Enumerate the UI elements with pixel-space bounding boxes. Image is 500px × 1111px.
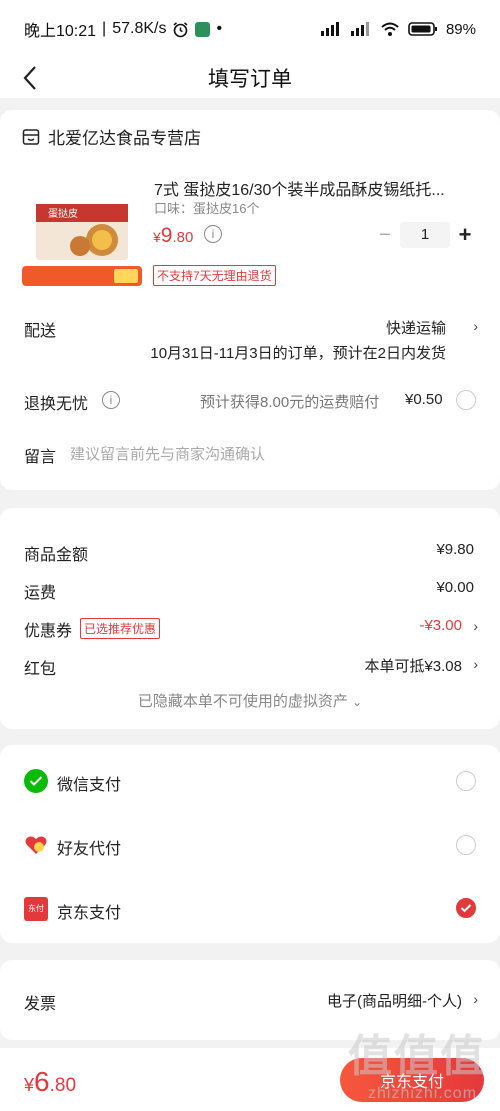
check-icon [460, 904, 472, 913]
coupon-value[interactable]: -¥3.00 [419, 617, 462, 634]
chevron-down-icon: ⌄ [352, 695, 363, 709]
shipping-chevron-icon[interactable]: › [473, 318, 478, 334]
shop-name: 北爱亿达食品专营店 [48, 129, 201, 148]
wifi-icon [381, 22, 399, 36]
total-currency: ¥ [24, 1075, 35, 1095]
invoice-chevron-icon[interactable]: › [473, 991, 478, 1007]
back-button[interactable] [22, 62, 46, 94]
quantity-value[interactable]: 1 [400, 222, 450, 248]
worry-free-radio[interactable] [456, 390, 476, 410]
pay-option-jd[interactable]: 京东支付 [57, 899, 121, 923]
total-integer: 6 [34, 1066, 50, 1097]
signal-icon [320, 22, 339, 36]
hidden-assets-toggle[interactable]: 已隐藏本单不可使用的虚拟资产 ⌄ [0, 690, 500, 711]
product-price: ¥ 9 .80 [153, 224, 193, 248]
watermark-logo: 值值值 [348, 1032, 486, 1081]
jd-pay-icon-text: 东付 [28, 904, 44, 913]
product-flavor[interactable]: 口味：蛋挞皮16个 [154, 198, 259, 217]
status-divider: | [102, 20, 107, 37]
product-title[interactable]: 7式 蛋挞皮16/30个装半成品酥皮锡纸托... [154, 176, 464, 200]
wechat-pay-icon [24, 769, 48, 793]
coupon-chevron-icon[interactable]: › [473, 618, 478, 634]
price-decimal: .80 [172, 229, 194, 246]
svg-text:蛋挞皮: 蛋挞皮 [48, 207, 78, 220]
note-input[interactable]: 建议留言前先与商家沟通确认 [70, 443, 265, 464]
worry-free-label: 退换无忧 [24, 396, 89, 413]
battery-icon [408, 22, 437, 36]
jd-pay-icon: 东付 [24, 897, 48, 921]
worry-free-price: ¥0.50 [405, 391, 443, 408]
wechat-pay-radio[interactable] [456, 771, 476, 791]
store-icon [22, 128, 40, 145]
goods-amount-value: ¥9.80 [436, 541, 474, 558]
coupon-label: 优惠券 [24, 623, 73, 640]
shipping-method[interactable]: 快递运输 [386, 317, 446, 338]
order-item-card: 北爱亿达食品专营店 [0, 110, 500, 490]
app-notification-icon [195, 21, 211, 37]
watermark-url: zhizhizhi.com [368, 1085, 478, 1102]
price-info-icon[interactable]: i [204, 225, 222, 243]
no-return-badge: 不支持7天无理由退货 [153, 265, 276, 286]
hidden-assets-text: 已隐藏本单不可使用的虚拟资产 [137, 693, 348, 710]
red-packet-label: 红包 [24, 661, 57, 678]
red-packet-value[interactable]: 本单可抵¥3.08 [364, 655, 462, 676]
freight-label: 运费 [24, 585, 57, 602]
status-bar: 晚上10:21 | 57.8K/s • 89% [0, 0, 500, 58]
nav-bar: 填写订单 [0, 58, 500, 98]
shipping-date-note: 10月31日-11月3日的订单，预计在2日内发货 [150, 345, 446, 362]
freight-value: ¥0.00 [436, 579, 474, 596]
friend-pay-radio[interactable] [456, 835, 476, 855]
signal-icon-2 [350, 22, 369, 36]
shipping-label: 配送 [24, 323, 57, 340]
status-right: 89% [320, 21, 476, 38]
status-left: 晚上10:21 | 57.8K/s • [24, 17, 222, 41]
jd-pay-radio-checked[interactable] [456, 898, 476, 918]
invoice-value[interactable]: 电子(商品明细-个人) [327, 990, 462, 1011]
back-arrow-icon [23, 66, 36, 90]
red-packet-chevron-icon[interactable]: › [473, 656, 478, 672]
order-total: ¥ 6 .80 [24, 1066, 76, 1098]
shop-header[interactable]: 北爱亿达食品专营店 [22, 124, 201, 149]
battery-percent: 89% [445, 20, 476, 38]
worry-free-info-icon[interactable]: i [102, 391, 120, 409]
friend-pay-icon [24, 833, 48, 857]
status-speed: 57.8K/s [112, 20, 167, 37]
goods-amount-label: 商品金额 [24, 547, 89, 564]
price-integer: 9 [160, 224, 173, 247]
pay-option-wechat[interactable]: 微信支付 [57, 771, 121, 795]
alarm-icon [173, 21, 188, 37]
status-time: 晚上10:21 [24, 23, 97, 40]
notification-dot-icon: • [216, 20, 223, 37]
price-currency: ¥ [153, 229, 161, 245]
worry-free-text: 预计获得8.00元的运费赔付 [200, 394, 380, 411]
invoice-label: 发票 [24, 996, 57, 1013]
pay-option-friend[interactable]: 好友代付 [57, 835, 121, 859]
quantity-minus-button[interactable]: − [374, 224, 396, 247]
product-image[interactable]: 蛋挞皮 [22, 196, 142, 290]
quantity-stepper: − 1 + [374, 222, 476, 248]
note-label: 留言 [24, 449, 57, 466]
total-decimal: .80 [49, 1075, 77, 1096]
quantity-plus-button[interactable]: + [454, 222, 476, 248]
page-title: 填写订单 [208, 68, 292, 91]
coupon-recommended-tag: 已选推荐优惠 [80, 618, 161, 639]
